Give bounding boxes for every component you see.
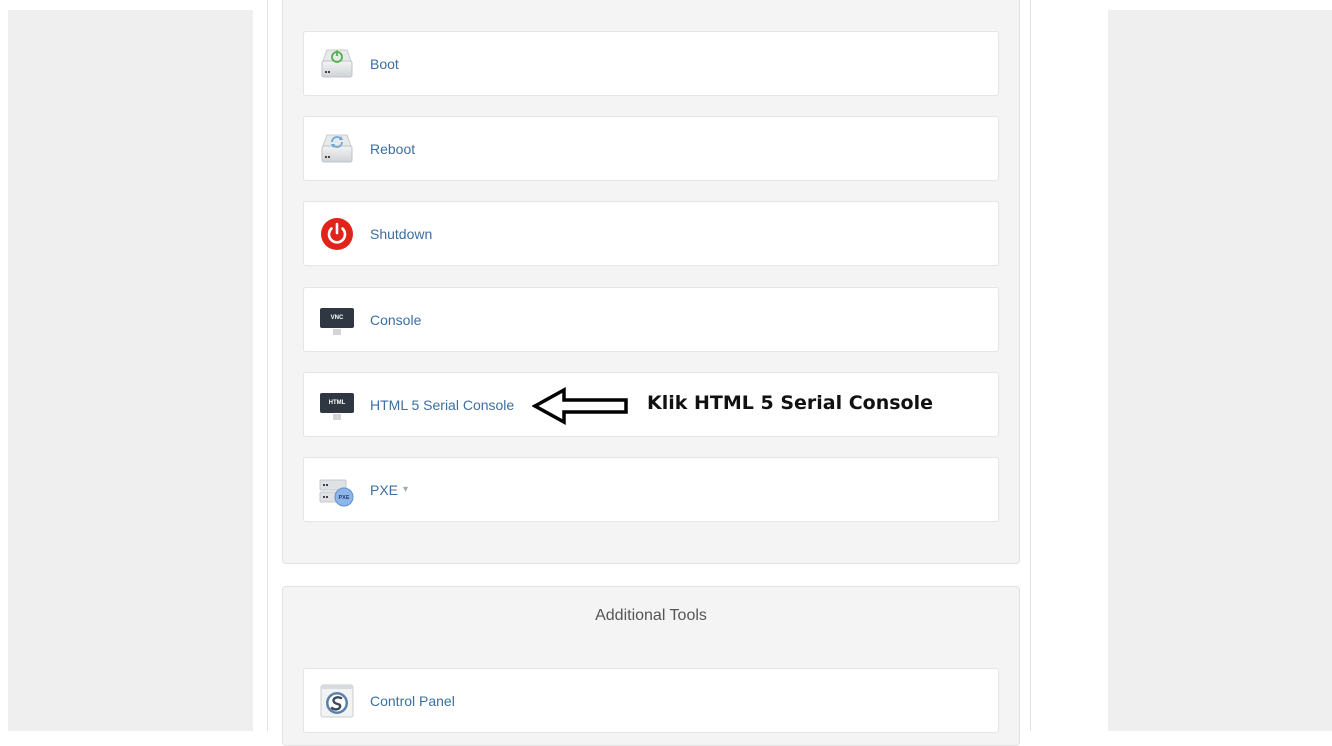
html-badge: HTML bbox=[320, 392, 354, 413]
html5-serial-console-label: HTML 5 Serial Console bbox=[370, 396, 515, 413]
vnc-monitor-icon: VNC bbox=[319, 302, 355, 338]
reboot-label: Reboot bbox=[370, 140, 416, 157]
boot-label: Boot bbox=[370, 55, 399, 72]
reboot-button[interactable]: Reboot bbox=[303, 116, 999, 181]
monitor-stand bbox=[333, 413, 341, 420]
console-button[interactable]: VNC Console bbox=[303, 287, 999, 352]
reboot-drive-icon bbox=[319, 131, 355, 167]
vnc-badge: VNC bbox=[320, 307, 354, 328]
html-monitor-icon: HTML bbox=[319, 387, 355, 423]
power-on-drive-icon bbox=[319, 46, 355, 82]
shutdown-label: Shutdown bbox=[370, 225, 433, 242]
shutdown-button[interactable]: Shutdown bbox=[303, 201, 999, 266]
page-background-right bbox=[1108, 10, 1332, 731]
chevron-down-icon: ▾ bbox=[403, 484, 409, 495]
pxe-dropdown-button[interactable]: PXE PXE ▾ bbox=[303, 457, 999, 522]
control-panel-button[interactable]: Control Panel bbox=[303, 668, 999, 733]
page-background-left bbox=[8, 10, 253, 731]
pxe-badge: PXE bbox=[338, 495, 349, 501]
boot-button[interactable]: Boot bbox=[303, 31, 999, 96]
red-power-icon bbox=[319, 216, 355, 252]
monitor-stand bbox=[333, 328, 341, 335]
control-panel-icon bbox=[319, 683, 355, 719]
instruction-annotation: Klik HTML 5 Serial Console bbox=[647, 392, 934, 414]
pxe-label: PXE bbox=[370, 481, 399, 498]
pxe-drive-icon: PXE bbox=[319, 472, 355, 508]
additional-tools-title: Additional Tools bbox=[595, 607, 707, 624]
console-label: Console bbox=[370, 311, 422, 328]
left-arrow-icon bbox=[532, 387, 628, 425]
control-panel-label: Control Panel bbox=[370, 692, 455, 709]
